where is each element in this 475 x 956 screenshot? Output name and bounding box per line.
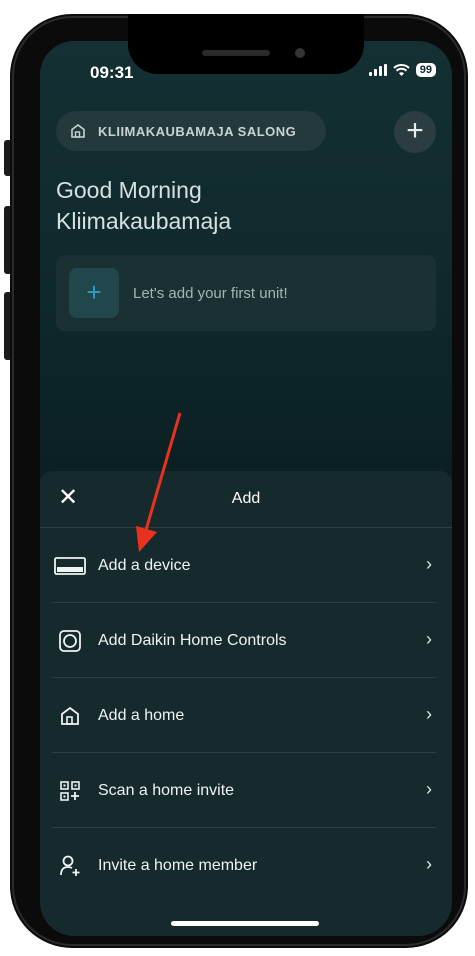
greeting-line: Good Morning	[56, 177, 202, 203]
add-unit-plus-icon: +	[69, 268, 119, 318]
add-home-item[interactable]: Add a home ›	[40, 678, 452, 753]
phone-notch	[128, 14, 364, 74]
chevron-right-icon: ›	[426, 779, 432, 799]
add-bottom-sheet: ✕ Add Add a device › Add Daikin Home Con…	[40, 471, 452, 936]
scan-home-invite-item[interactable]: Scan a home invite ›	[40, 753, 452, 828]
item-label: Add a home	[98, 706, 185, 724]
home-name: KLIIMAKAUBAMAJA SALONG	[98, 123, 297, 139]
status-time: 09:31	[90, 63, 134, 82]
item-label: Add Daikin Home Controls	[98, 631, 287, 649]
controls-icon	[54, 629, 86, 653]
invite-home-member-item[interactable]: Invite a home member ›	[40, 828, 452, 903]
add-unit-text: Let's add your first unit!	[133, 284, 288, 302]
battery-indicator: 99	[415, 63, 436, 77]
status-icons: 99	[368, 63, 436, 77]
phone-speaker	[202, 50, 270, 56]
chevron-right-icon: ›	[426, 554, 432, 574]
qr-scan-icon	[54, 779, 86, 803]
chevron-right-icon: ›	[426, 704, 432, 724]
app-screen: 09:31 99 KLIIMAKAUBAMAJA SALONG + Good M…	[40, 41, 452, 936]
home-selector[interactable]: KLIIMAKAUBAMAJA SALONG	[56, 111, 326, 151]
sheet-header: ✕ Add	[40, 471, 452, 528]
add-daikin-home-controls-item[interactable]: Add Daikin Home Controls ›	[40, 603, 452, 678]
item-label: Add a device	[98, 556, 191, 574]
chevron-right-icon: ›	[426, 854, 432, 874]
person-add-icon	[54, 854, 86, 878]
home-icon	[71, 124, 85, 138]
item-label: Invite a home member	[98, 856, 258, 874]
greeting: Good Morning Kliimakaubamaja	[56, 175, 231, 237]
chevron-right-icon: ›	[426, 629, 432, 649]
sheet-title: Add	[231, 490, 261, 507]
home-icon	[54, 704, 86, 728]
item-label: Scan a home invite	[98, 781, 235, 799]
add-button[interactable]: +	[394, 111, 436, 153]
wifi-icon	[393, 63, 410, 76]
add-first-unit-card[interactable]: + Let's add your first unit!	[56, 255, 436, 331]
home-indicator	[171, 921, 319, 926]
add-device-item[interactable]: Add a device ›	[40, 528, 452, 603]
greeting-name: Kliimakaubamaja	[56, 208, 232, 234]
device-icon	[54, 554, 86, 578]
phone-camera	[295, 48, 305, 58]
signal-icon	[368, 64, 387, 76]
